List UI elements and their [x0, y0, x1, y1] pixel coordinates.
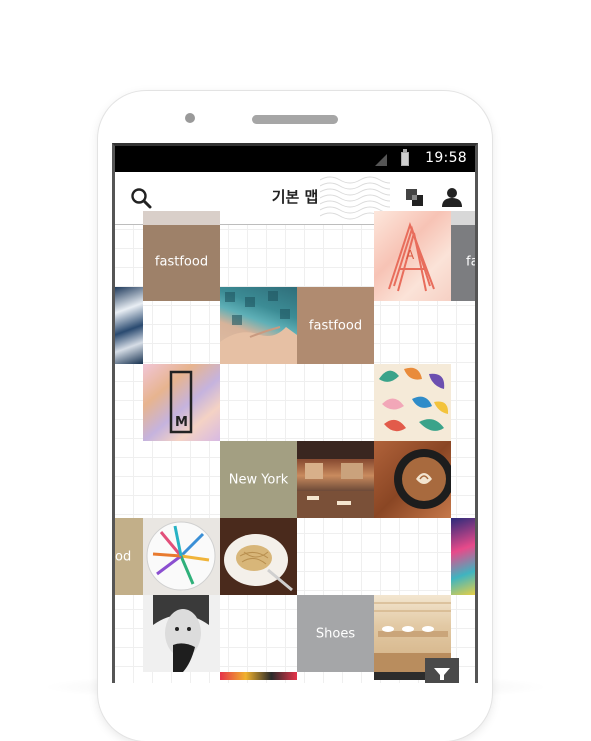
tile-fastfood[interactable]: fastfood — [297, 287, 374, 364]
tile-paint-plate-photo[interactable] — [143, 518, 220, 595]
tile-leaf-pattern[interactable] — [374, 364, 451, 441]
restaurant-interior-image — [297, 441, 374, 518]
layers-icon — [406, 189, 423, 206]
tile-fastfood[interactable]: fastfood — [143, 211, 220, 301]
tile-label: New York — [228, 472, 289, 487]
letter-a-text: A — [406, 248, 415, 262]
signal-icon — [375, 154, 387, 166]
tile-od-partial[interactable]: od — [115, 518, 143, 595]
tile-fa-partial[interactable]: fa — [451, 211, 478, 301]
tile-wave-painting[interactable] — [115, 287, 143, 364]
tile-puzzle-hand-photo[interactable] — [220, 287, 297, 364]
tile-label: od — [115, 549, 132, 564]
tile-label: Shoes — [315, 626, 356, 641]
filter-button[interactable] — [425, 658, 459, 683]
tile-shoes[interactable]: Shoes — [297, 595, 374, 672]
coffee-cup-image — [394, 449, 451, 509]
tile-label: fastfood — [154, 254, 209, 270]
battery-icon — [401, 149, 409, 166]
profile-button[interactable] — [441, 186, 463, 208]
tile-pasta-photo[interactable] — [220, 518, 297, 595]
letter-a-illustration: A — [388, 221, 435, 292]
portrait-image — [153, 595, 209, 672]
tile-label: fastfood — [308, 318, 363, 333]
tile-new-york[interactable]: New York — [220, 441, 297, 518]
earpiece-speaker — [252, 115, 338, 124]
tile-coffee-latte-photo[interactable] — [374, 441, 451, 518]
status-time: 19:58 — [425, 150, 467, 166]
tile-m-watercolor[interactable]: M — [143, 364, 220, 441]
tile-floral-art-partial[interactable] — [451, 518, 475, 595]
tile-portrait-photo[interactable] — [143, 595, 220, 672]
filter-icon — [434, 668, 450, 680]
tile-restaurant-photo[interactable] — [297, 441, 374, 518]
leaf-pattern-image — [379, 367, 449, 432]
m-letter-art: M — [169, 370, 193, 434]
tile-colorful-strip[interactable] — [220, 672, 297, 680]
front-camera — [185, 113, 195, 123]
layers-button[interactable] — [405, 188, 425, 208]
phone-screen: 19:58 기본 맵 fastfood A fa fastfood M New … — [112, 143, 478, 683]
puzzle-hand-image — [220, 291, 297, 364]
tile-label: fa — [466, 254, 478, 270]
m-letter-text: M — [175, 415, 188, 430]
status-bar: 19:58 — [115, 146, 475, 172]
person-icon — [442, 188, 462, 207]
pasta-plate-image — [224, 534, 293, 592]
tile-letter-a-art[interactable]: A — [374, 211, 451, 301]
tile-map-grid[interactable]: fastfood A fa fastfood M New York od Sho… — [115, 211, 475, 683]
paint-plate-image — [146, 521, 216, 591]
